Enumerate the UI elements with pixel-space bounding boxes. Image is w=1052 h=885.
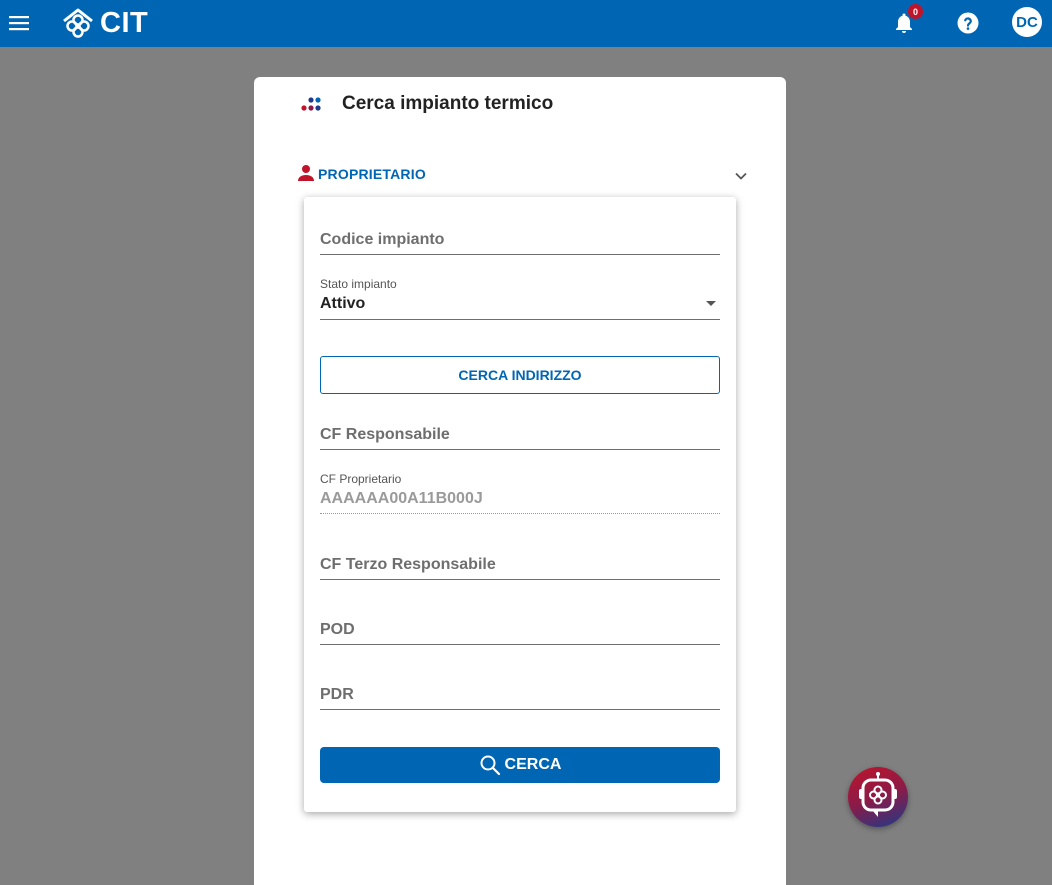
pdr-input[interactable] bbox=[320, 686, 720, 709]
pod-field bbox=[320, 621, 720, 645]
cf-terzo-responsabile-input[interactable] bbox=[320, 556, 720, 579]
help-icon[interactable] bbox=[956, 11, 980, 35]
cf-proprietario-label: CF Proprietario bbox=[320, 472, 402, 486]
chatbot-button[interactable] bbox=[848, 767, 908, 827]
top-app-bar: CIT 0 DC bbox=[0, 0, 1052, 47]
user-avatar[interactable]: DC bbox=[1012, 7, 1042, 37]
cerca-button[interactable]: CERCA bbox=[320, 747, 720, 783]
page-title: Cerca impianto termico bbox=[342, 93, 554, 114]
chevron-down-icon[interactable] bbox=[733, 168, 749, 184]
section-label: PROPRIETARIO bbox=[318, 166, 426, 182]
pod-input[interactable] bbox=[320, 621, 720, 644]
dropdown-arrow-icon bbox=[706, 301, 716, 306]
app-name: CIT bbox=[100, 6, 149, 39]
search-form-panel: Stato impianto Attivo CERCA INDIRIZZO CF… bbox=[304, 197, 736, 812]
cf-proprietario-value: AAAAAA00A11B000J bbox=[320, 490, 483, 507]
menu-icon[interactable] bbox=[7, 11, 31, 35]
cerca-button-label: CERCA bbox=[504, 756, 562, 773]
proprietario-accordion-header[interactable]: PROPRIETARIO bbox=[296, 161, 752, 189]
app-logo[interactable]: CIT bbox=[60, 6, 148, 40]
cf-proprietario-field: CF Proprietario AAAAAA00A11B000J bbox=[320, 472, 720, 514]
cf-responsabile-field bbox=[320, 426, 720, 450]
cf-terzo-responsabile-field bbox=[320, 556, 720, 580]
pdr-field bbox=[320, 686, 720, 710]
stato-impianto-label: Stato impianto bbox=[320, 277, 397, 291]
search-icon bbox=[480, 755, 500, 776]
dots-icon bbox=[301, 97, 321, 111]
cerca-indirizzo-button[interactable]: CERCA INDIRIZZO bbox=[320, 356, 720, 394]
notification-badge: 0 bbox=[908, 4, 923, 19]
person-icon bbox=[298, 165, 314, 181]
cf-responsabile-input[interactable] bbox=[320, 426, 720, 449]
stato-impianto-select[interactable]: Stato impianto Attivo bbox=[320, 277, 720, 320]
cit-logo-icon bbox=[63, 8, 93, 38]
codice-impianto-input[interactable] bbox=[320, 231, 720, 254]
codice-impianto-field bbox=[320, 231, 720, 255]
chatbot-robot-icon bbox=[859, 772, 897, 817]
stato-impianto-value: Attivo bbox=[320, 295, 366, 312]
